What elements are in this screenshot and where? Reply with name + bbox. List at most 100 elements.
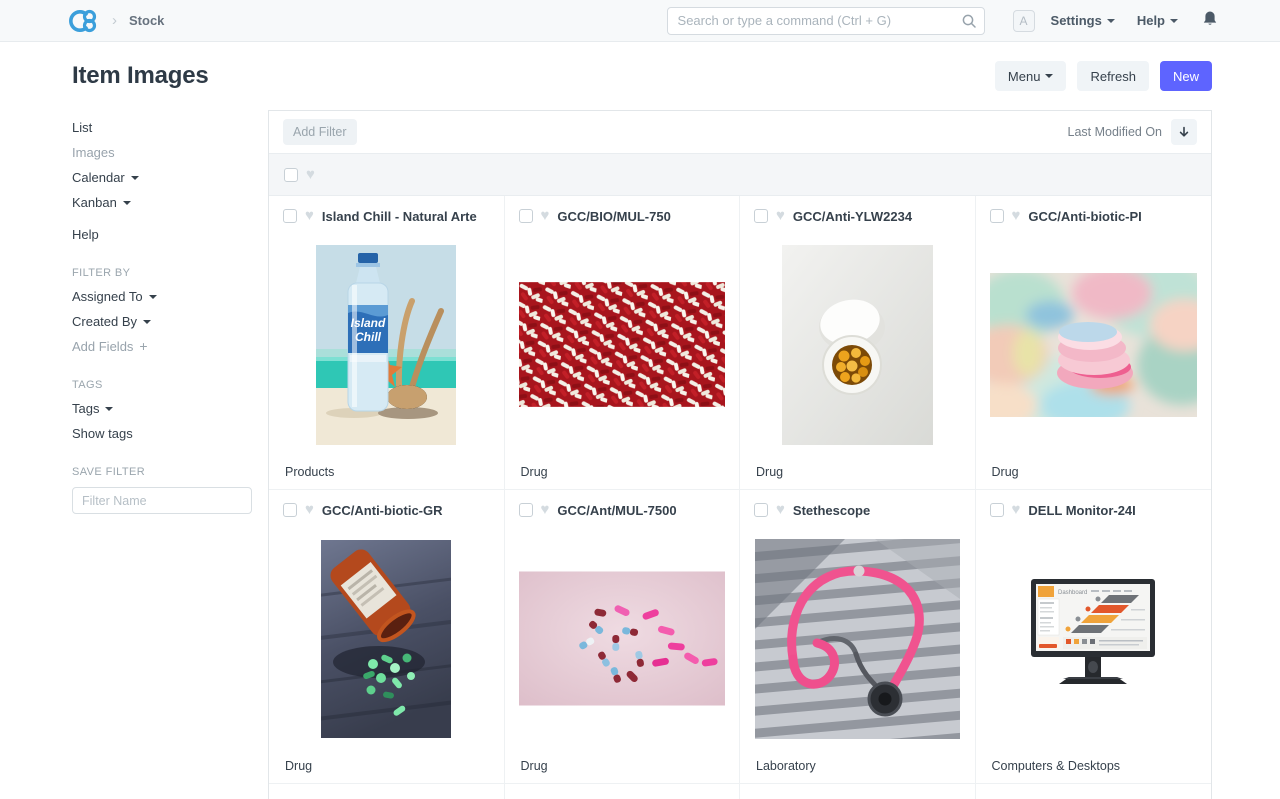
show-tags-link[interactable]: Show tags (72, 425, 252, 442)
like-heart-icon[interactable]: ♥ (776, 503, 785, 517)
item-title[interactable]: GCC/Anti-YLW2234 (793, 209, 961, 224)
help-menu[interactable]: Help (1137, 13, 1178, 28)
sidebar-item-help[interactable]: Help (72, 226, 252, 243)
item-title[interactable]: GCC/Ant/MUL-7500 (557, 503, 725, 518)
item-checkbox[interactable] (990, 209, 1004, 223)
sidebar-item-label: Calendar (72, 169, 125, 186)
item-category: Drug (754, 465, 961, 479)
item-card[interactable]: ♥ GCC/Anti-YLW2234 (740, 196, 976, 490)
chevron-down-icon (143, 320, 151, 324)
item-image[interactable]: Island Chill (283, 224, 490, 465)
item-checkbox[interactable] (754, 209, 768, 223)
item-title[interactable]: Stethescope (793, 503, 961, 518)
item-card[interactable]: ♥ Stethescope (740, 490, 976, 784)
liked-filter-heart-icon[interactable]: ♥ (306, 168, 315, 182)
like-heart-icon[interactable]: ♥ (541, 209, 550, 223)
item-image[interactable] (283, 518, 490, 759)
page-header: Item Images Menu Refresh New (0, 42, 1280, 110)
like-heart-icon[interactable]: ♥ (776, 209, 785, 223)
refresh-button[interactable]: Refresh (1077, 61, 1149, 91)
svg-text:Dashboard: Dashboard (1058, 590, 1087, 596)
item-title[interactable]: DELL Monitor-24I (1028, 503, 1197, 518)
filter-name-input[interactable] (72, 487, 252, 514)
created-by-filter[interactable]: Created By (72, 313, 252, 330)
chevron-down-icon (1107, 19, 1115, 23)
app-logo-icon[interactable] (68, 8, 98, 34)
item-card[interactable]: ♥ GCC/Ant/MUL-7500 (505, 490, 741, 784)
chevron-down-icon (1170, 19, 1178, 23)
item-checkbox[interactable] (990, 503, 1004, 517)
item-checkbox[interactable] (519, 209, 533, 223)
item-category: Drug (519, 759, 726, 773)
item-title[interactable]: Island Chill - Natural Arte (322, 209, 490, 224)
new-button[interactable]: New (1160, 61, 1212, 91)
settings-menu[interactable]: Settings (1051, 13, 1115, 28)
menu-button[interactable]: Menu (995, 61, 1067, 91)
item-category: Laboratory (754, 759, 961, 773)
item-card (976, 784, 1212, 799)
notifications-bell-icon[interactable] (1202, 10, 1218, 32)
item-checkbox[interactable] (283, 503, 297, 517)
add-filter-button[interactable]: Add Filter (283, 119, 357, 145)
help-label: Help (1137, 13, 1165, 28)
chevron-down-icon (131, 176, 139, 180)
item-image[interactable] (519, 518, 726, 759)
item-category: Drug (519, 465, 726, 479)
chevron-down-icon (105, 407, 113, 411)
sort-field-label[interactable]: Last Modified On (1068, 125, 1163, 139)
plus-icon: + (139, 338, 147, 355)
assigned-to-filter[interactable]: Assigned To (72, 288, 252, 305)
list-sidebar: List Images Calendar Kanban Help FILTER … (0, 110, 268, 799)
sidebar-item-calendar[interactable]: Calendar (72, 169, 252, 186)
refresh-button-label: Refresh (1090, 69, 1136, 84)
add-fields-link[interactable]: Add Fields + (72, 338, 252, 355)
breadcrumb-chevron-icon: › (112, 12, 117, 29)
island-chill-photo: Island Chill (316, 245, 456, 445)
item-title[interactable]: GCC/BIO/MUL-750 (557, 209, 725, 224)
settings-label: Settings (1051, 13, 1102, 28)
item-card[interactable]: ♥ GCC/BIO/MUL-750 (505, 196, 741, 490)
item-checkbox[interactable] (519, 503, 533, 517)
item-checkbox[interactable] (283, 209, 297, 223)
item-card[interactable]: ♥ GCC/Anti-biotic-PI (976, 196, 1212, 490)
filter-by-heading: FILTER BY (72, 267, 252, 279)
sort-direction-button[interactable] (1171, 119, 1197, 145)
breadcrumb[interactable]: Stock (129, 13, 164, 28)
item-card (269, 784, 505, 799)
image-view-content: Add Filter Last Modified On ♥ ♥ Island C… (268, 110, 1212, 799)
item-image[interactable] (754, 224, 961, 465)
like-heart-icon[interactable]: ♥ (305, 503, 314, 517)
filter-bar: Add Filter Last Modified On (269, 111, 1211, 154)
chevron-down-icon (1045, 74, 1053, 78)
tags-filter[interactable]: Tags (72, 400, 252, 417)
item-image[interactable]: Dashboard (990, 518, 1198, 759)
item-card[interactable]: ♥ Island Chill - Natural Arte (269, 196, 505, 490)
sidebar-item-kanban[interactable]: Kanban (72, 194, 252, 211)
user-avatar[interactable]: A (1013, 10, 1035, 32)
item-title[interactable]: GCC/Anti-biotic-GR (322, 503, 490, 518)
select-all-checkbox[interactable] (284, 168, 298, 182)
chevron-down-icon (149, 295, 157, 299)
like-heart-icon[interactable]: ♥ (1012, 503, 1021, 517)
global-search (667, 7, 985, 35)
item-card[interactable]: ♥ GCC/Anti-biotic-GR (269, 490, 505, 784)
item-card (740, 784, 976, 799)
sidebar-item-list[interactable]: List (72, 119, 252, 136)
search-icon[interactable] (961, 13, 977, 34)
item-title[interactable]: GCC/Anti-biotic-PI (1028, 209, 1197, 224)
search-input[interactable] (667, 7, 985, 35)
tags-heading: TAGS (72, 379, 252, 391)
item-image[interactable] (519, 224, 726, 465)
show-tags-label: Show tags (72, 425, 133, 442)
item-card[interactable]: ♥ DELL Monitor-24I Dashboard (976, 490, 1212, 784)
like-heart-icon[interactable]: ♥ (305, 209, 314, 223)
item-image[interactable] (754, 518, 961, 759)
like-heart-icon[interactable]: ♥ (1012, 209, 1021, 223)
sidebar-item-images[interactable]: Images (72, 144, 252, 161)
item-checkbox[interactable] (754, 503, 768, 517)
sidebar-item-label: Images (72, 144, 115, 161)
item-image[interactable] (990, 224, 1198, 465)
menu-button-label: Menu (1008, 69, 1041, 84)
save-filter-heading: SAVE FILTER (72, 466, 252, 478)
like-heart-icon[interactable]: ♥ (541, 503, 550, 517)
